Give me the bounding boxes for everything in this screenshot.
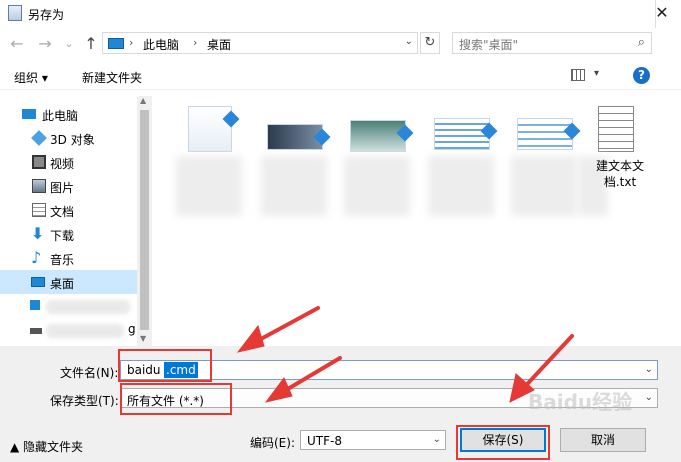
breadcrumb-pc[interactable]: 此电脑 <box>143 36 179 53</box>
up-button[interactable]: ↑ <box>82 34 100 54</box>
sidebar-item-documents[interactable]: 文档 <box>0 198 137 222</box>
computer-icon <box>108 38 124 49</box>
sidebar-item-videos[interactable]: 视频 <box>0 150 137 174</box>
sidebar-item-drive[interactable] <box>0 294 137 318</box>
history-dropdown[interactable]: ⌄ <box>60 34 78 54</box>
shortcut-arrow-icon <box>313 128 331 146</box>
download-icon: ⬇ <box>31 224 45 243</box>
chevron-right-icon: › <box>193 36 198 49</box>
notepad-icon <box>8 5 22 21</box>
window-title: 另存为 <box>28 8 65 22</box>
search-icon: ⌕ <box>637 35 645 50</box>
chevron-down-icon[interactable]: ⌄ <box>433 434 441 445</box>
cube-icon <box>31 130 47 146</box>
encoding-label: 编码(E): <box>250 436 295 450</box>
redacted-label <box>46 324 124 338</box>
sidebar-item-3d-objects[interactable]: 3D 对象 <box>0 126 137 150</box>
highlight-filename <box>118 349 212 382</box>
scroll-down-icon[interactable]: ▼ <box>140 334 146 343</box>
picture-icon <box>32 179 46 193</box>
file-list: 建文本文档.txt <box>160 96 660 346</box>
sidebar-item-label: 音乐 <box>50 253 75 267</box>
sidebar-item-label: 文档 <box>50 205 75 219</box>
title-bar: 另存为 ✕ <box>0 0 681 28</box>
scrollbar[interactable]: ▲ ▼ <box>137 96 152 346</box>
sidebar-item-label: 此电脑 <box>42 109 79 123</box>
sidebar-item-desktop[interactable]: 桌面 <box>0 270 137 294</box>
shortcut-arrow-icon <box>480 122 498 140</box>
redacted-file-name <box>176 156 242 216</box>
file-item[interactable] <box>422 102 502 242</box>
search-placeholder: 搜索"桌面" <box>459 38 519 52</box>
filename-label: 文件名(N): <box>60 366 119 380</box>
highlight-save-button <box>456 425 550 460</box>
redacted-file-name <box>511 156 577 216</box>
shortcut-arrow-icon <box>222 110 240 128</box>
back-button[interactable]: ← <box>8 34 26 54</box>
highlight-save-type <box>120 383 232 415</box>
save-type-label: 保存类型(T): <box>50 394 119 408</box>
new-folder-button[interactable]: 新建文件夹 <box>82 69 142 86</box>
address-row: ← → ⌄ ↑ › 此电脑 › 桌面 ⌄ ↻ 搜索"桌面" ⌕ <box>0 28 681 62</box>
close-button[interactable]: ✕ <box>653 4 671 22</box>
music-icon: ♪ <box>31 248 42 267</box>
redacted-file-name <box>261 156 327 216</box>
sidebar-item-pictures[interactable]: 图片 <box>0 174 137 198</box>
encoding-value: UTF-8 <box>307 434 342 448</box>
sidebar-item-music[interactable]: ♪ 音乐 <box>0 246 137 270</box>
video-icon <box>32 155 46 169</box>
sidebar-item-label: 图片 <box>50 181 75 195</box>
chevron-right-icon: › <box>129 36 134 49</box>
command-bar: 组织 ▾ 新建文件夹 ▾ ? <box>0 62 681 90</box>
redacted-file-name <box>344 156 410 216</box>
file-item[interactable] <box>170 102 250 242</box>
watermark: Baidu经验 <box>528 390 633 414</box>
file-item[interactable] <box>255 102 335 242</box>
sidebar-item-label: g <box>128 322 136 336</box>
sidebar-item-drive[interactable]: g <box>0 318 137 342</box>
scrollbar-thumb[interactable] <box>140 110 149 330</box>
chevron-down-icon[interactable]: ⌄ <box>645 392 653 403</box>
chevron-down-icon[interactable]: ⌄ <box>645 364 653 375</box>
forward-button[interactable]: → <box>36 34 54 54</box>
document-icon <box>32 203 46 217</box>
cancel-button[interactable]: 取消 <box>560 428 646 452</box>
word-document-icon <box>188 106 240 152</box>
file-item[interactable]: 建文本文档.txt <box>578 102 658 242</box>
encoding-select[interactable]: UTF-8 ⌄ <box>300 430 446 450</box>
hide-folders-toggle[interactable]: ▲ 隐藏文件夹 <box>10 438 83 455</box>
image-thumbnail <box>517 118 581 150</box>
breadcrumb-desktop[interactable]: 桌面 <box>207 36 231 53</box>
text-file-icon <box>598 106 634 152</box>
refresh-button[interactable]: ↻ <box>420 32 440 54</box>
scroll-up-icon[interactable]: ▲ <box>140 96 146 105</box>
file-name: 建文本文档.txt <box>595 159 644 189</box>
sidebar-item-label: 3D 对象 <box>50 133 95 147</box>
redacted-file-name <box>428 156 494 216</box>
image-thumbnail <box>434 118 498 150</box>
help-button[interactable]: ? <box>633 67 650 84</box>
sidebar-item-label: 视频 <box>50 157 75 171</box>
sidebar-item-downloads[interactable]: ⬇ 下载 <box>0 222 137 246</box>
shortcut-arrow-icon <box>396 124 414 142</box>
sidebar-item-label: 桌面 <box>50 277 75 291</box>
search-input[interactable]: 搜索"桌面" ⌕ <box>452 32 652 54</box>
chevron-down-icon[interactable]: ⌄ <box>405 36 413 47</box>
file-item[interactable] <box>338 102 418 242</box>
file-item[interactable] <box>505 102 585 242</box>
sidebar-item-label: 下载 <box>50 229 75 243</box>
navigation-pane: 此电脑 3D 对象 视频 图片 文档 ⬇ 下载 ♪ 音乐 桌面 g ▲ ▼ <box>0 96 152 346</box>
image-thumbnail <box>350 120 414 152</box>
organize-button[interactable]: 组织 ▾ <box>14 69 48 86</box>
sidebar-item-this-pc[interactable]: 此电脑 <box>0 102 137 126</box>
desktop-icon <box>31 277 45 287</box>
chevron-down-icon[interactable]: ▾ <box>594 68 599 79</box>
redacted-label <box>46 300 130 314</box>
drive-icon <box>30 328 42 334</box>
image-thumbnail <box>267 124 331 150</box>
windows-drive-icon <box>30 300 40 310</box>
address-bar[interactable]: › 此电脑 › 桌面 ⌄ <box>102 32 418 54</box>
computer-icon <box>22 109 36 119</box>
view-options-icon[interactable] <box>571 69 585 81</box>
